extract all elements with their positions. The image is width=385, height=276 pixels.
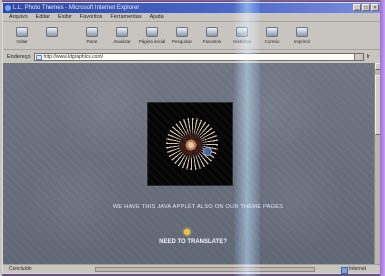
menu-ajuda[interactable]: Ajuda xyxy=(150,13,164,21)
menu-ferramentas[interactable]: Ferramentas xyxy=(110,13,141,21)
stop-icon xyxy=(86,27,98,37)
back-icon xyxy=(16,27,28,37)
address-label: Endereço xyxy=(7,53,31,60)
browser-window: L.L. Photo Themes - Microsoft Internet E… xyxy=(2,2,382,274)
screen-right-edge xyxy=(380,0,385,276)
address-bar: Endereço http://www.ldgraphics.com/ Ir xyxy=(3,51,381,62)
address-url: http://www.ldgraphics.com/ xyxy=(43,53,104,60)
home-icon xyxy=(146,27,158,37)
menu-editar[interactable]: Editar xyxy=(36,13,50,21)
web-page: WE HAVE THIS JAVA APPLET ALSO ON OUR THE… xyxy=(3,63,374,264)
page-icon xyxy=(35,54,42,60)
window-controls: _ □ × xyxy=(353,4,379,11)
close-button[interactable]: × xyxy=(371,4,379,11)
maximize-button[interactable]: □ xyxy=(362,4,370,11)
menu-arquivo[interactable]: Arquivo xyxy=(9,13,28,21)
go-button[interactable]: Ir xyxy=(367,54,370,60)
screen-left-edge xyxy=(0,0,2,276)
translate-link[interactable]: NEED TO TRANSLATE? xyxy=(139,239,247,245)
browser-toolbar: Voltar Parar Atualizar Página inicial Pe… xyxy=(3,23,381,50)
menu-exibir[interactable]: Exibir xyxy=(58,13,72,21)
minimize-button[interactable]: _ xyxy=(353,4,361,11)
screen-glare xyxy=(234,0,260,276)
menu-bar: Arquivo Editar Exibir Favoritos Ferramen… xyxy=(3,13,381,22)
fish-photo[interactable] xyxy=(147,102,233,186)
zone-text: Internet xyxy=(341,266,366,274)
print-icon xyxy=(296,27,308,37)
status-bar: Concluído Internet xyxy=(3,264,381,274)
window-title: L.L. Photo Themes - Microsoft Internet E… xyxy=(13,5,140,11)
address-dropdown-icon[interactable] xyxy=(353,53,363,60)
window-titlebar: L.L. Photo Themes - Microsoft Internet E… xyxy=(3,3,381,13)
progress-area xyxy=(95,267,315,272)
search-button[interactable]: Pesquisar xyxy=(167,23,197,50)
translate-icon[interactable] xyxy=(184,229,190,235)
stop-button[interactable]: Parar xyxy=(77,23,107,50)
toolbar-gap xyxy=(67,23,77,49)
favorites-button[interactable]: Favoritos xyxy=(197,23,227,50)
desktop-screen: L.L. Photo Themes - Microsoft Internet E… xyxy=(0,0,385,276)
mail-button[interactable]: Correio xyxy=(257,23,287,50)
search-icon xyxy=(176,27,188,37)
refresh-icon xyxy=(116,27,128,37)
lionfish-image xyxy=(166,118,218,170)
address-input[interactable]: http://www.ldgraphics.com/ xyxy=(33,52,364,61)
mail-icon xyxy=(266,27,278,37)
forward-icon xyxy=(46,27,58,37)
back-button[interactable]: Voltar xyxy=(7,23,37,50)
menu-favoritos[interactable]: Favoritos xyxy=(80,13,103,21)
status-text: Concluído xyxy=(9,266,32,272)
ie-logo-icon xyxy=(5,5,11,11)
home-button[interactable]: Página inicial xyxy=(137,23,167,50)
forward-button[interactable] xyxy=(37,23,67,50)
refresh-button[interactable]: Atualizar xyxy=(107,23,137,50)
applet-caption: WE HAVE THIS JAVA APPLET ALSO ON OUR THE… xyxy=(112,204,284,210)
favorites-icon xyxy=(206,27,218,37)
print-button[interactable]: Imprimir xyxy=(287,23,317,50)
